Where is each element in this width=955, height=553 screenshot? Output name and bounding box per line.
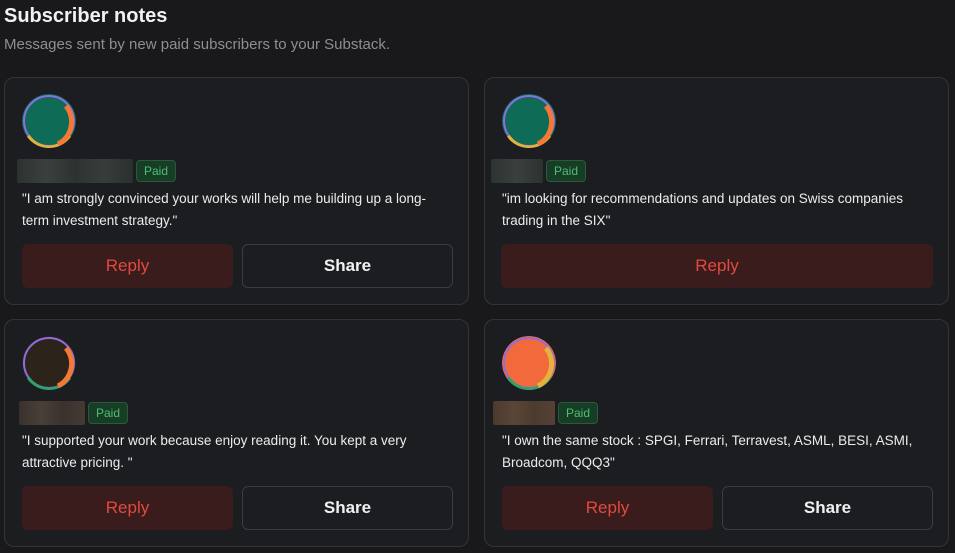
- share-button[interactable]: Share: [242, 486, 453, 530]
- subscriber-note-card: Paid "I supported your work because enjo…: [4, 319, 469, 547]
- avatar[interactable]: [502, 94, 556, 148]
- reply-button[interactable]: Reply: [22, 244, 233, 288]
- page-title: Subscriber notes: [4, 5, 168, 27]
- subscriber-note-card: Paid "im looking for recommendations and…: [484, 77, 949, 305]
- note-message: "I own the same stock : SPGI, Ferrari, T…: [502, 433, 913, 470]
- blurred-subscriber-name: [491, 159, 543, 183]
- note-message: "I supported your work because enjoy rea…: [22, 433, 407, 470]
- avatar[interactable]: [502, 336, 556, 390]
- page-subtitle: Messages sent by new paid subscribers to…: [4, 36, 391, 53]
- paid-badge: Paid: [136, 160, 177, 182]
- blurred-subscriber-name: [19, 401, 85, 425]
- reply-button[interactable]: Reply: [502, 486, 713, 530]
- blurred-subscriber-name: [17, 159, 133, 183]
- paid-badge: Paid: [546, 160, 587, 182]
- note-message: "I am strongly convinced your works will…: [22, 191, 426, 228]
- reply-button[interactable]: Reply: [501, 244, 933, 288]
- subscriber-name-row: Paid: [493, 401, 599, 425]
- subscriber-name-row: Paid: [17, 159, 177, 183]
- avatar[interactable]: [22, 336, 76, 390]
- subscriber-name-row: Paid: [19, 401, 129, 425]
- blurred-subscriber-name: [493, 401, 555, 425]
- subscriber-note-card: Paid "I am strongly convinced your works…: [4, 77, 469, 305]
- note-message: "im looking for recommendations and upda…: [502, 191, 903, 228]
- share-button[interactable]: Share: [722, 486, 933, 530]
- paid-badge: Paid: [88, 402, 129, 424]
- subscriber-note-card: Paid "I own the same stock : SPGI, Ferra…: [484, 319, 949, 547]
- subscriber-notes-page: Subscriber notes Messages sent by new pa…: [0, 0, 955, 553]
- paid-badge: Paid: [558, 402, 599, 424]
- reply-button[interactable]: Reply: [22, 486, 233, 530]
- subscriber-name-row: Paid: [491, 159, 587, 183]
- share-button[interactable]: Share: [242, 244, 453, 288]
- avatar[interactable]: [22, 94, 76, 148]
